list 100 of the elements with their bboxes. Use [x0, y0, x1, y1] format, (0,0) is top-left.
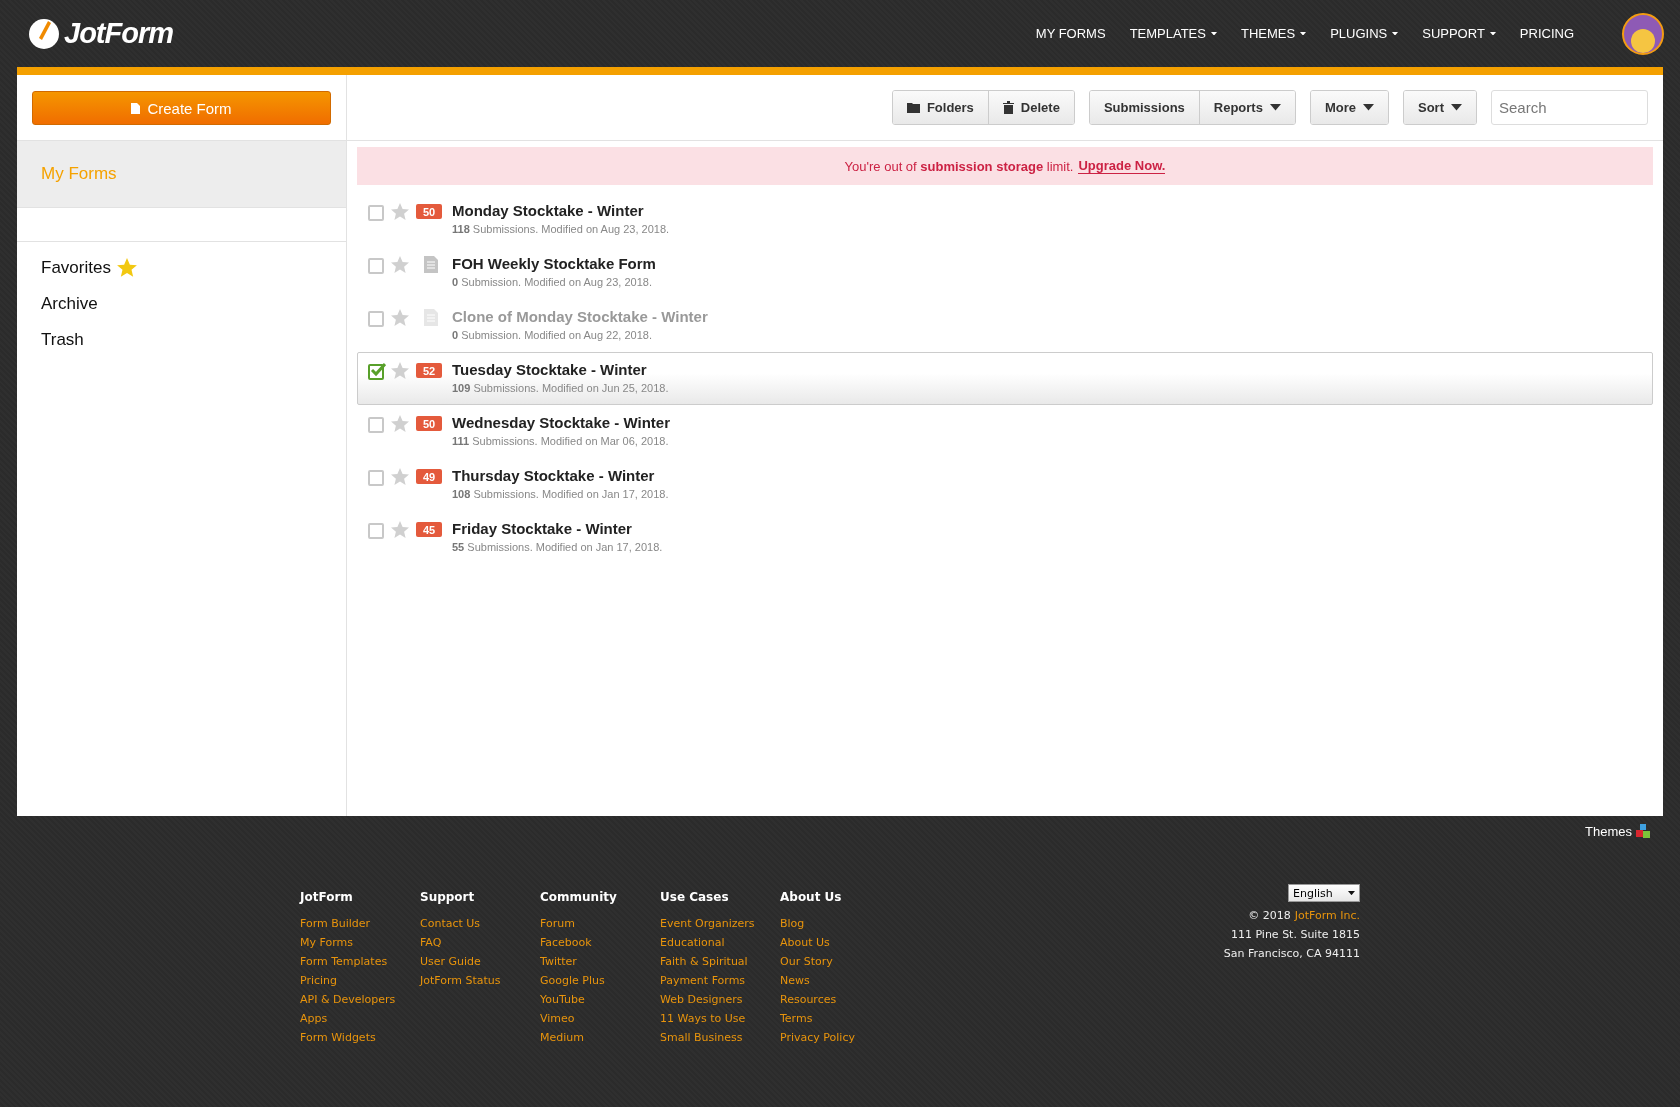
nav-link[interactable]: THEMES [1240, 26, 1307, 41]
alert-message: You're out of submission storage limit. [844, 158, 1074, 174]
form-row[interactable]: 52 Tuesday Stocktake - Winter 109 Submissions. Modified on Jun 25, 2018. [357, 352, 1653, 405]
footer-link[interactable]: Apps [300, 1012, 420, 1026]
toolbar-button[interactable]: Folders [892, 91, 988, 124]
footer-link[interactable]: Google Plus [540, 974, 660, 988]
footer-link[interactable]: Contact Us [420, 917, 540, 931]
form-row[interactable]: FOH Weekly Stocktake Form 0 Submission. Modified on Aug 23, 2018. [357, 246, 1653, 299]
footer-link[interactable]: Vimeo [540, 1012, 660, 1026]
checkbox[interactable] [368, 364, 384, 380]
footer-heading: About Us [780, 890, 843, 904]
themes-link[interactable]: Themes [1585, 823, 1632, 839]
caret-icon [1348, 890, 1355, 896]
caret-icon [1269, 104, 1281, 111]
footer-link[interactable]: Web Designers [660, 993, 780, 1007]
upgrade-link[interactable]: Upgrade Now. [1078, 158, 1166, 174]
checkbox[interactable] [368, 523, 384, 539]
footer-link[interactable]: Payment Forms [660, 974, 780, 988]
footer-link[interactable]: Our Story [780, 955, 900, 969]
form-title[interactable]: Friday Stocktake - Winter [452, 520, 663, 537]
toolbar-button[interactable]: Sort [1404, 91, 1476, 124]
search-field[interactable]: Search [1491, 90, 1648, 125]
form-details: 108 Submissions. Modified on Jan 17, 2018. [452, 488, 669, 500]
folder-icon [906, 102, 920, 113]
sidebar-item[interactable]: Archive [41, 292, 346, 316]
toolbar-button[interactable]: Reports [1198, 91, 1295, 124]
footer-link[interactable]: Educational [660, 936, 780, 950]
form-row[interactable]: 50 Wednesday Stocktake - Winter 111 Submissions. Modified on Mar 06, 2018. [357, 405, 1653, 458]
footer-link[interactable]: Form Templates [300, 955, 420, 969]
toolbar-button[interactable]: Submissions [1089, 91, 1199, 124]
submission-count-badge: 50 [416, 416, 442, 431]
footer-link[interactable]: 11 Ways to Use [660, 1012, 780, 1026]
footer-link[interactable]: Privacy Policy [780, 1031, 900, 1045]
footer-link[interactable]: Terms [780, 1012, 900, 1026]
footer-link[interactable]: API & Developers [300, 993, 420, 1007]
star-icon [390, 308, 410, 328]
footer-link[interactable]: User Guide [420, 955, 540, 969]
address-line: 111 Pine St. Suite 1815 [1230, 928, 1360, 942]
company-link[interactable]: JotForm Inc. [1294, 909, 1360, 923]
document-icon [424, 256, 438, 273]
footer-heading: Use Cases [660, 890, 730, 904]
caret-icon [1210, 31, 1217, 36]
footer-link[interactable]: About Us [780, 936, 900, 950]
footer-link[interactable]: Facebook [540, 936, 660, 950]
form-title[interactable]: Monday Stocktake - Winter [452, 202, 670, 219]
star-icon [390, 467, 410, 487]
form-details: 118 Submissions. Modified on Aug 23, 2018. [452, 223, 670, 235]
caret-icon [1300, 31, 1307, 36]
footer-link[interactable]: Small Business [660, 1031, 780, 1045]
nav-link[interactable]: PLUGINS [1330, 26, 1399, 41]
caret-icon [1489, 31, 1496, 36]
checkbox[interactable] [368, 470, 384, 486]
footer-link[interactable]: YouTube [540, 993, 660, 1007]
footer-link[interactable]: FAQ [420, 936, 540, 950]
star-icon [390, 202, 410, 222]
footer-link[interactable]: Pricing [300, 974, 420, 988]
form-details: 0 Submission. Modified on Aug 22, 2018. [452, 329, 653, 341]
address-line: San Francisco, CA 94111 [1223, 947, 1360, 961]
language-select[interactable]: English [1288, 884, 1360, 902]
form-row[interactable]: 50 Monday Stocktake - Winter 118 Submissions. Modified on Aug 23, 2018. [357, 193, 1653, 246]
checkbox[interactable] [368, 258, 384, 274]
nav-link[interactable]: PRICING [1519, 26, 1574, 41]
footer-link[interactable]: Blog [780, 917, 900, 931]
footer-link[interactable]: Form Builder [300, 917, 420, 931]
star-icon [390, 255, 410, 275]
form-title[interactable]: Wednesday Stocktake - Winter [452, 414, 670, 431]
form-row[interactable]: 45 Friday Stocktake - Winter 55 Submissions. Modified on Jan 17, 2018. [357, 511, 1653, 564]
footer-heading: JotForm [300, 890, 354, 904]
footer-link[interactable]: Event Organizers [660, 917, 780, 931]
sidebar-item[interactable]: Trash [41, 328, 346, 352]
footer-link[interactable]: Resources [780, 993, 900, 1007]
form-title[interactable]: FOH Weekly Stocktake Form [452, 255, 656, 272]
footer-link[interactable]: JotForm Status [420, 974, 540, 988]
caret-icon [1363, 104, 1374, 111]
document-icon [131, 102, 141, 114]
nav-link[interactable]: MY FORMS [1035, 26, 1106, 41]
footer-link[interactable]: Twitter [540, 955, 660, 969]
toolbar-button[interactable]: Delete [987, 91, 1074, 124]
footer-link[interactable]: News [780, 974, 900, 988]
form-row[interactable]: 49 Thursday Stocktake - Winter 108 Submissions. Modified on Jan 17, 2018. [357, 458, 1653, 511]
nav-link[interactable]: SUPPORT [1422, 26, 1496, 41]
checkbox[interactable] [368, 205, 384, 221]
nav-link[interactable]: TEMPLATES [1129, 26, 1217, 41]
submission-count-badge: 52 [416, 363, 442, 378]
footer-link[interactable]: Form Widgets [300, 1031, 420, 1045]
form-title[interactable]: Tuesday Stocktake - Winter [452, 361, 669, 378]
form-title[interactable]: Thursday Stocktake - Winter [452, 467, 669, 484]
checkbox[interactable] [368, 417, 384, 433]
sidebar-item[interactable]: Favorites [41, 258, 111, 278]
footer-link[interactable]: Medium [540, 1031, 660, 1045]
star-icon [390, 414, 410, 434]
form-details: 111 Submissions. Modified on Mar 06, 2018. [452, 435, 670, 447]
avatar[interactable] [1622, 12, 1664, 55]
caret-icon [1392, 31, 1399, 36]
footer-link[interactable]: Faith & Spiritual [660, 955, 780, 969]
document-icon [424, 309, 438, 326]
toolbar-button[interactable]: More [1310, 91, 1388, 124]
footer-link[interactable]: My Forms [300, 936, 420, 950]
footer-heading: Support [420, 890, 476, 904]
footer-link[interactable]: Forum [540, 917, 660, 931]
